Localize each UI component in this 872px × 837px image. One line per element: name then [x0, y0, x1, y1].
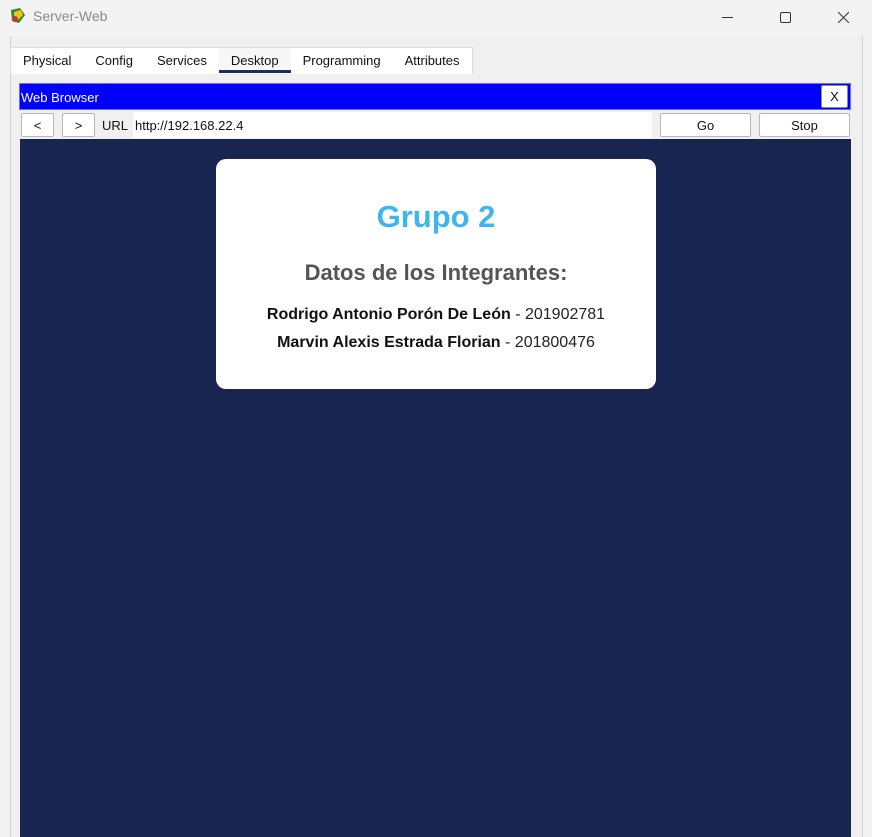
member-name: Rodrigo Antonio Porón De León	[266, 306, 511, 323]
url-input[interactable]	[133, 112, 652, 138]
device-tabs: Physical Config Services Desktop Program…	[10, 47, 473, 74]
content-card: Grupo 2 Datos de los Integrantes: Rodrig…	[216, 159, 656, 389]
browser-nav-row: < > URL Go Stop	[19, 111, 852, 139]
page-subtitle: Datos de los Integrantes:	[304, 260, 568, 285]
member-separator: -	[510, 306, 525, 323]
window-title: Server-Web	[33, 8, 108, 24]
url-label: URL	[101, 117, 128, 133]
tab-physical[interactable]: Physical	[11, 48, 83, 72]
browser-title: Web Browser	[21, 90, 99, 105]
page-title: Grupo 2	[376, 199, 496, 234]
app-window: Server-Web Physical Config Services Desk…	[0, 0, 872, 837]
tab-desktop[interactable]: Desktop	[218, 48, 291, 73]
tab-attributes[interactable]: Attributes	[393, 48, 472, 72]
tab-config[interactable]: Config	[83, 48, 145, 72]
member-id: 201902781	[524, 306, 606, 323]
tab-services[interactable]: Services	[145, 48, 219, 72]
browser-viewport: Grupo 2 Datos de los Integrantes: Rodrig…	[20, 139, 851, 837]
member-id: 201800476	[514, 334, 595, 351]
maximize-button[interactable]	[762, 0, 808, 34]
back-button[interactable]: <	[21, 113, 54, 137]
forward-button[interactable]: >	[62, 113, 95, 137]
member-name: Marvin Alexis Estrada Florian	[277, 334, 501, 351]
close-icon	[837, 11, 849, 23]
minimize-icon	[721, 16, 733, 18]
member-separator: -	[500, 334, 515, 351]
maximize-icon	[779, 11, 791, 23]
packet-tracer-server-icon	[9, 7, 27, 25]
minimize-button[interactable]	[704, 0, 750, 34]
tab-programming[interactable]: Programming	[291, 48, 393, 72]
close-window-button[interactable]	[820, 0, 866, 34]
title-bar: Server-Web	[0, 0, 872, 34]
go-button[interactable]: Go	[660, 113, 751, 137]
web-browser-header: Web Browser X	[19, 83, 851, 110]
member-item: Rodrigo Antonio Porón De León - 20190278…	[216, 306, 656, 324]
stop-button[interactable]: Stop	[759, 113, 850, 137]
browser-close-button[interactable]: X	[821, 85, 848, 108]
member-item: Marvin Alexis Estrada Florian - 20180047…	[216, 334, 656, 352]
